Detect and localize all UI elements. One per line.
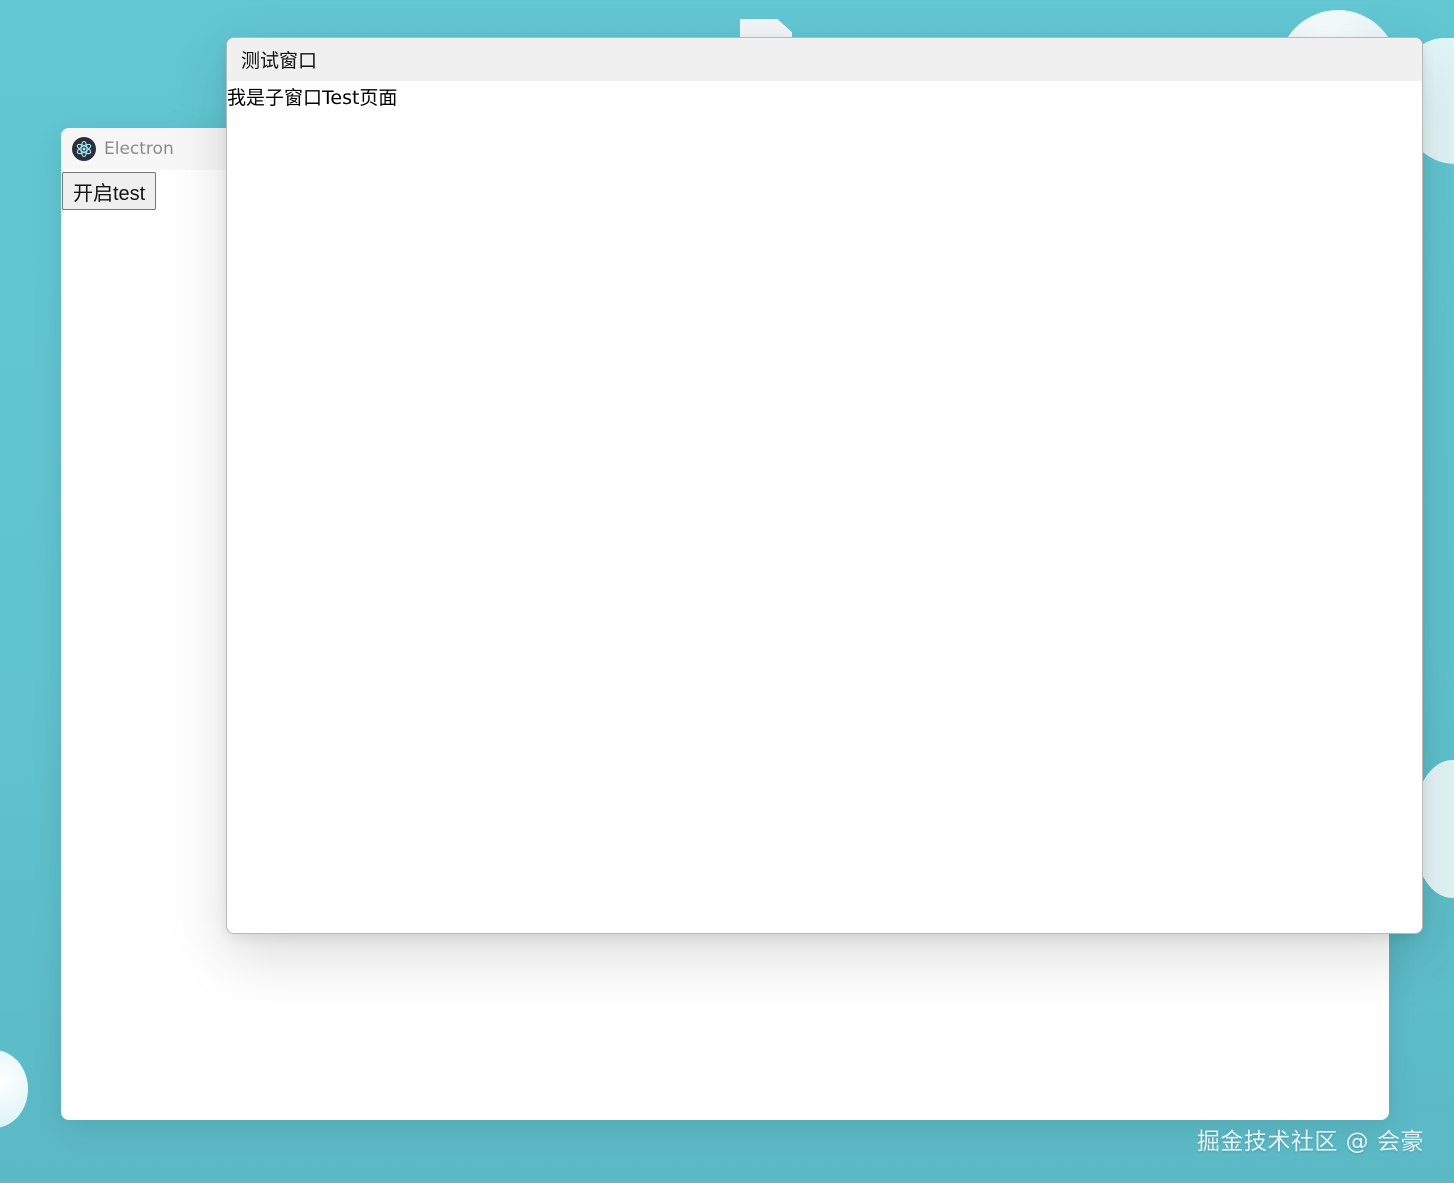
wallpaper-shape xyxy=(0,1050,28,1128)
open-test-button[interactable]: 开启test xyxy=(62,172,157,210)
main-window-title: Electron xyxy=(104,139,174,159)
child-window-titlebar[interactable]: 测试窗口 xyxy=(227,38,1422,81)
watermark: 掘金技术社区 @ 会豪 xyxy=(1196,1129,1424,1155)
electron-logo-icon xyxy=(72,137,96,161)
child-window-content: 我是子窗口Test页面 xyxy=(227,81,1422,111)
child-window-title: 测试窗口 xyxy=(241,50,318,72)
child-page-text: 我是子窗口Test页面 xyxy=(227,87,398,109)
child-test-window[interactable]: 测试窗口 我是子窗口Test页面 xyxy=(226,37,1423,934)
